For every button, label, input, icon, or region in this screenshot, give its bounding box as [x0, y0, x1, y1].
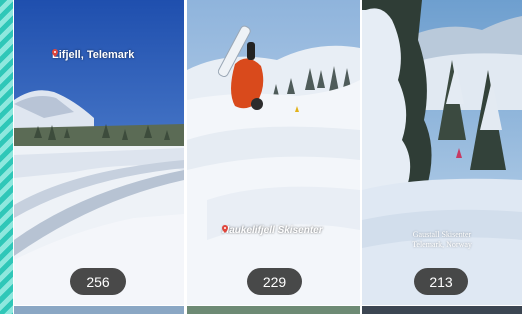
next-row-tile[interactable]: [187, 306, 360, 314]
location-text: Lifjell, Telemark: [52, 49, 135, 61]
location-label: Lifjell, Telemark: [52, 49, 134, 61]
map-pin-icon: [222, 225, 228, 233]
location-label: Haukelifjell Skisenter: [222, 225, 323, 236]
snowboard-jump-thumbnail: [187, 0, 360, 305]
video-tile-lifjell[interactable]: Lifjell, Telemark 256: [14, 0, 184, 305]
video-tile-gaustall[interactable]: Gaustall Skisenter Telemark, Norway 213: [362, 0, 522, 305]
ski-trail-thumbnail: [14, 0, 184, 305]
location-label: Gaustall Skisenter Telemark, Norway: [362, 230, 522, 250]
location-text-line1: Gaustall Skisenter: [412, 230, 472, 239]
view-count-badge: 229: [247, 268, 302, 295]
video-tile-haukelifjell[interactable]: Haukelifjell Skisenter 229: [187, 0, 360, 305]
view-count-badge: 213: [414, 268, 468, 295]
location-text: Haukelifjell Skisenter: [222, 225, 323, 236]
location-text-line2: Telemark, Norway: [412, 240, 472, 249]
accent-stripe: [0, 0, 13, 314]
view-count-badge: 256: [70, 268, 126, 295]
next-row-tile[interactable]: [362, 306, 522, 314]
snowy-forest-thumbnail: [362, 0, 522, 305]
next-row-tile[interactable]: [14, 306, 184, 314]
map-pin-icon: [52, 49, 58, 57]
